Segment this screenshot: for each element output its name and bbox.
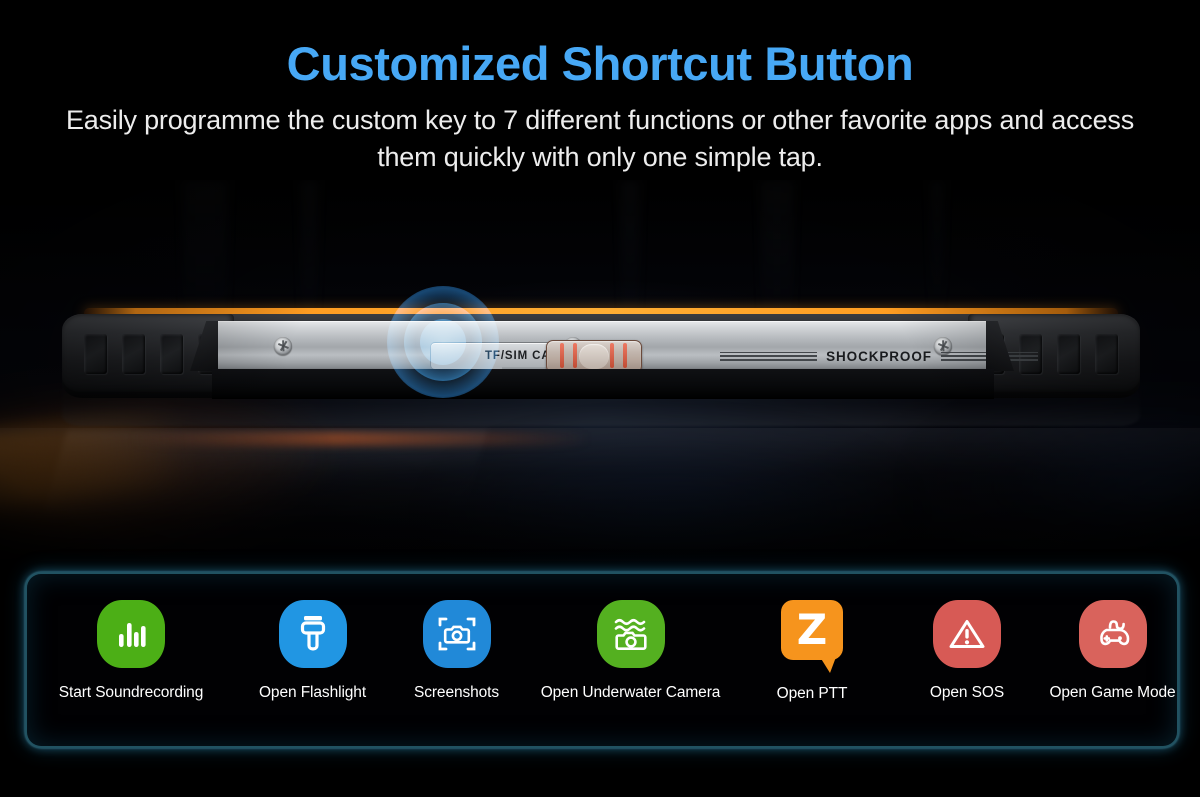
game-controller-icon	[1078, 600, 1147, 668]
shortcut-label: Open Underwater Camera	[540, 684, 721, 701]
zello-z-glyph: Z	[796, 605, 828, 654]
shortcut-label: Screenshots	[413, 684, 500, 701]
shortcut-item-screenshots[interactable]: Screenshots	[390, 600, 523, 702]
shortcut-item-sos[interactable]: Open SOS	[886, 600, 1048, 702]
shortcut-icon-row: Start Soundrecording Open Flashlight Scr…	[27, 574, 1177, 746]
promo-banner: Customized Shortcut Button Easily progra…	[0, 0, 1200, 797]
page-title: Customized Shortcut Button	[286, 37, 914, 90]
shortcut-function-panel: Start Soundrecording Open Flashlight Scr…	[25, 572, 1179, 748]
shortcut-label: Open SOS	[929, 684, 1005, 701]
badge-lines-right	[940, 351, 1039, 361]
shortcut-item-underwater-camera[interactable]: Open Underwater Camera	[523, 600, 738, 702]
shortcut-label: Open PTT	[776, 685, 848, 702]
lower-bevel-face	[212, 369, 994, 399]
grip-block	[1095, 334, 1118, 374]
reflection-fade	[0, 438, 1200, 580]
shortcut-label: Open Game Mode	[1049, 684, 1176, 701]
shortcut-item-soundrecording[interactable]: Start Soundrecording	[27, 600, 235, 702]
shortcut-item-flashlight[interactable]: Open Flashlight	[235, 600, 390, 702]
ptt-zello-icon: Z	[781, 600, 843, 673]
shortcut-item-ptt[interactable]: Z Open PTT	[738, 600, 886, 703]
shortcut-item-game-mode[interactable]: Open Game Mode	[1048, 600, 1177, 702]
sos-warning-icon	[933, 600, 1001, 668]
page-subtitle: Easily programme the custom key to 7 dif…	[65, 104, 1135, 172]
frame-screw	[274, 337, 292, 355]
badge-lines-left	[720, 351, 818, 361]
grip-block	[122, 334, 145, 374]
rugged-phone-side-view: TF/SIM CARD SHOCKPROOF	[62, 286, 1140, 424]
grip-block	[160, 334, 183, 374]
grip-block	[84, 334, 107, 374]
header-block: Customized Shortcut Button Easily progra…	[0, 0, 1200, 190]
shockproof-badge: SHOCKPROOF	[720, 347, 1039, 365]
screenshot-camera-icon	[422, 600, 491, 668]
shortcut-label: Open Flashlight	[258, 684, 367, 701]
grip-block	[1057, 334, 1080, 374]
button-hub	[579, 344, 609, 369]
shockproof-label: SHOCKPROOF	[826, 348, 932, 364]
sound-recorder-icon	[97, 600, 165, 668]
silver-mid-frame: TF/SIM CARD SHOCKPROOF	[212, 321, 1039, 373]
shortcut-label: Start Soundrecording	[58, 684, 204, 701]
underwater-camera-icon	[596, 600, 665, 668]
flashlight-icon	[278, 600, 347, 668]
product-scene: TF/SIM CARD SHOCKPROOF	[0, 180, 1200, 580]
